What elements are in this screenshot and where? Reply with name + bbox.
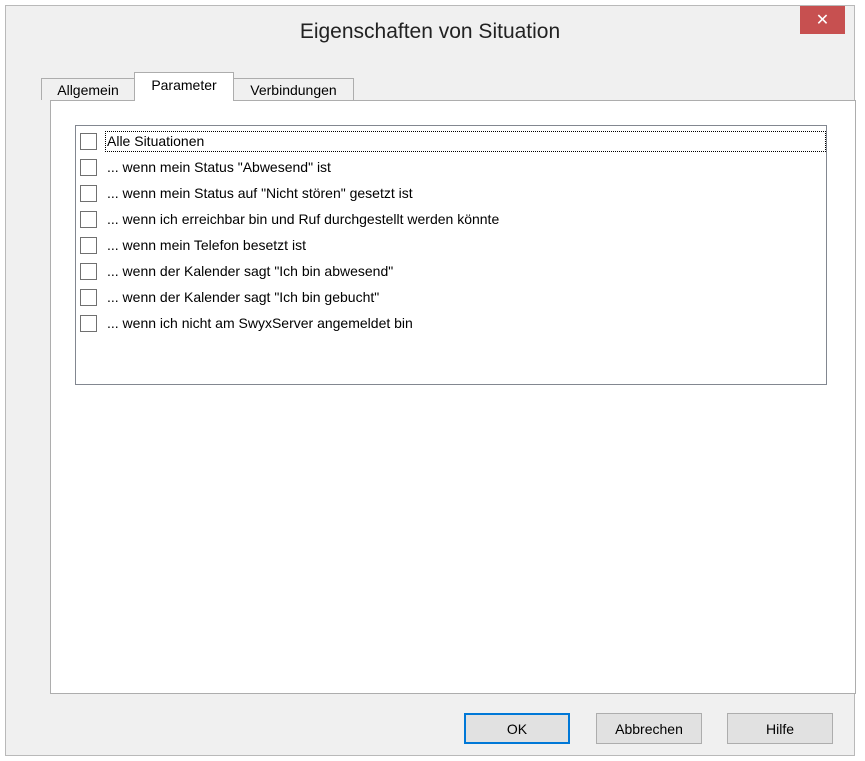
list-item[interactable]: ... wenn mein Telefon besetzt ist — [80, 234, 824, 256]
list-item-label: ... wenn mein Telefon besetzt ist — [107, 237, 306, 253]
tab-panel-parameter: Alle Situationen ... wenn mein Status "A… — [50, 100, 856, 694]
tab-parameter[interactable]: Parameter — [134, 72, 234, 101]
list-item-label: ... wenn mein Status auf "Nicht stören" … — [107, 185, 413, 201]
checkbox[interactable] — [80, 315, 97, 332]
dialog-window: Eigenschaften von Situation ✕ Allgemein … — [5, 5, 856, 756]
cancel-button[interactable]: Abbrechen — [596, 713, 702, 744]
checkbox[interactable] — [80, 263, 97, 280]
list-item[interactable]: ... wenn ich nicht am SwyxServer angemel… — [80, 312, 824, 334]
checkbox[interactable] — [80, 133, 97, 150]
close-button[interactable]: ✕ — [800, 6, 845, 34]
list-item[interactable]: ... wenn mein Status auf "Nicht stören" … — [80, 182, 824, 204]
list-item-label: Alle Situationen — [105, 131, 826, 152]
checkbox[interactable] — [80, 211, 97, 228]
list-item[interactable]: Alle Situationen — [80, 130, 826, 152]
checkbox[interactable] — [80, 159, 97, 176]
list-item[interactable]: ... wenn der Kalender sagt "Ich bin gebu… — [80, 286, 824, 308]
checkbox[interactable] — [80, 185, 97, 202]
list-item-label: ... wenn der Kalender sagt "Ich bin abwe… — [107, 263, 394, 279]
window-title: Eigenschaften von Situation — [299, 20, 561, 43]
list-item-label: ... wenn der Kalender sagt "Ich bin gebu… — [107, 289, 380, 305]
list-item[interactable]: ... wenn ich erreichbar bin und Ruf durc… — [80, 208, 824, 230]
tab-allgemein[interactable]: Allgemein — [41, 78, 135, 100]
help-button[interactable]: Hilfe — [727, 713, 833, 744]
list-item[interactable]: ... wenn der Kalender sagt "Ich bin abwe… — [80, 260, 824, 282]
checkbox[interactable] — [80, 289, 97, 306]
ok-button[interactable]: OK — [464, 713, 570, 744]
tab-verbindungen[interactable]: Verbindungen — [233, 78, 354, 100]
list-item[interactable]: ... wenn mein Status "Abwesend" ist — [80, 156, 824, 178]
title-bar[interactable]: Eigenschaften von Situation ✕ — [6, 6, 854, 55]
situation-checklist[interactable]: Alle Situationen ... wenn mein Status "A… — [75, 125, 827, 385]
checkbox[interactable] — [80, 237, 97, 254]
list-item-label: ... wenn ich erreichbar bin und Ruf durc… — [107, 211, 500, 227]
list-item-label: ... wenn ich nicht am SwyxServer angemel… — [107, 315, 413, 331]
close-icon: ✕ — [815, 12, 830, 29]
list-item-label: ... wenn mein Status "Abwesend" ist — [107, 159, 331, 175]
